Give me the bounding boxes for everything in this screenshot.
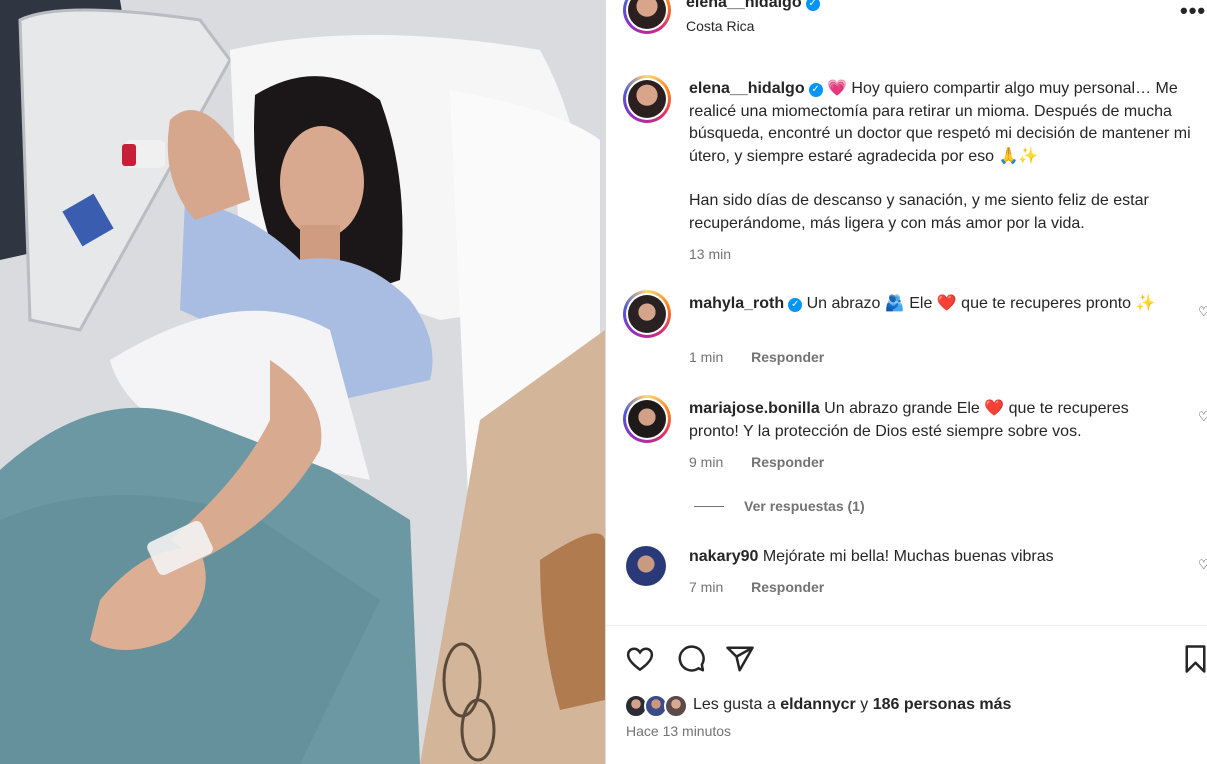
reply-button[interactable]: Responder [751,454,824,470]
verified-badge-icon: ✓ [788,298,803,312]
caption-username[interactable]: elena__hidalgo [689,80,805,97]
post-details-panel: elena__hidalgo ✓ Costa Rica ••• elena__hi… [606,0,1207,764]
liked-by-avatars[interactable] [624,694,690,718]
section-divider [606,625,1207,626]
comment-avatar[interactable] [623,395,671,443]
liker-username[interactable]: eldannycr [780,696,856,713]
caption-time: 13 min [689,246,732,262]
like-comment-heart-icon[interactable]: ♡ [1198,409,1207,425]
comment-text: Un abrazo 🫂 Ele ❤️ que te recuperes pron… [806,295,1156,312]
view-replies-button[interactable]: Ver respuestas (1) [694,498,865,514]
replies-line [694,506,724,507]
post-caption: elena__hidalgo ✓ 💗 Hoy quiero compartir a… [689,78,1199,266]
like-heart-icon[interactable] [625,644,655,674]
reply-button[interactable]: Responder [751,349,824,365]
post-photo[interactable] [0,0,605,764]
comment-username[interactable]: mahyla_roth [689,295,784,312]
comment-time: 9 min [689,454,724,470]
comment-bubble-icon[interactable] [676,644,706,674]
post-timestamp: Hace 13 minutos [626,723,732,739]
comment-avatar[interactable] [623,290,671,338]
comment-time: 1 min [689,349,724,365]
liker-avatar [664,694,688,718]
view-replies-label: Ver respuestas (1) [744,498,865,514]
caption-text-2: Han sido días de descanso y sanación, y … [689,192,1149,232]
likes-others-link[interactable]: 186 personas más [873,696,1012,713]
comment-item: nakary90 Mejórate mi bella! Muchas buena… [689,546,1169,569]
verified-badge-icon: ✓ [808,83,823,97]
likes-prefix: Les gusta a [693,696,776,713]
like-comment-heart-icon[interactable]: ♡ [1198,304,1207,320]
author-username[interactable]: elena__hidalgo [686,0,802,11]
comment-item: mahyla_roth ✓ Un abrazo 🫂 Ele ❤️ que te r… [689,293,1169,316]
comment-time: 7 min [689,579,724,595]
more-options-icon[interactable]: ••• [1180,0,1206,22]
post-location[interactable]: Costa Rica [686,18,754,34]
share-send-icon[interactable] [725,644,755,674]
comment-username[interactable]: mariajose.bonilla [689,400,820,417]
author-avatar[interactable] [623,0,671,34]
comment-avatar[interactable] [626,546,666,586]
comment-username[interactable]: nakary90 [689,548,758,565]
save-bookmark-icon[interactable] [1184,644,1207,674]
reply-button[interactable]: Responder [751,579,824,595]
like-comment-heart-icon[interactable]: ♡ [1198,557,1207,573]
likes-summary: Les gusta a eldannycr y 186 personas más [693,696,1011,714]
comment-text: Mejórate mi bella! Muchas buenas vibras [762,548,1054,565]
likes-joiner: y [860,696,869,713]
verified-badge-icon: ✓ [805,0,820,11]
hospital-bed-photo [0,0,605,764]
comment-item: mariajose.bonilla Un abrazo grande Ele ❤… [689,398,1169,443]
caption-avatar[interactable] [623,75,671,123]
